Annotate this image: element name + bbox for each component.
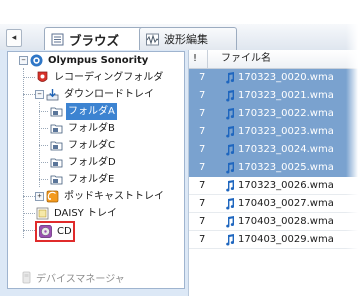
recording-folder-icon <box>36 71 49 84</box>
tab-waveform[interactable]: 波形編集 <box>139 27 237 50</box>
file-row[interactable]: 7 170323_0024.wma <box>189 141 361 159</box>
tree-item-label: フォルダB <box>68 123 115 134</box>
tree-item-olympus-sonority[interactable]: Olympus Sonority <box>30 52 150 69</box>
file-row[interactable]: 7 170323_0022.wma <box>189 105 361 123</box>
tree-item-label: フォルダC <box>68 140 115 151</box>
folder-tree: − Olympus Sonority レコーディングフォルダ − ダウンロードト… <box>7 51 185 289</box>
audio-file-icon <box>224 108 235 120</box>
download-tray-icon <box>46 88 59 101</box>
file-name: 170403_0029.wma <box>238 234 334 245</box>
daisy-tray-icon <box>36 207 49 220</box>
file-list-header: ! ファイル名 <box>189 50 361 69</box>
tab-waveform-label: 波形編集 <box>164 33 208 46</box>
tree-item-daisy-tray[interactable]: DAISY トレイ <box>36 205 119 222</box>
file-row-number: 7 <box>199 216 206 227</box>
root-collapse-toggle[interactable]: − <box>19 56 28 65</box>
file-row-number: 7 <box>199 180 206 191</box>
folder-icon <box>50 139 63 152</box>
file-row[interactable]: 7 170403_0028.wma <box>189 213 361 231</box>
file-row-number: 7 <box>199 234 206 245</box>
file-row[interactable]: 7 170323_0020.wma <box>189 69 361 87</box>
cd-icon <box>39 225 52 238</box>
folder-icon <box>50 122 63 135</box>
tree-item-folder-c[interactable]: フォルダC <box>50 137 117 154</box>
audio-file-icon <box>224 90 235 102</box>
folder-icon <box>50 105 63 118</box>
file-name: 170323_0025.wma <box>238 162 334 173</box>
folder-icon <box>50 156 63 169</box>
tree-item-folder-b[interactable]: フォルダB <box>50 120 117 137</box>
tree-item-label: レコーディングフォルダ <box>54 72 164 83</box>
browse-list-icon <box>51 33 64 46</box>
file-row-number: 7 <box>199 126 206 137</box>
column-header-priority[interactable]: ! <box>193 50 208 68</box>
device-manager-icon <box>20 271 33 284</box>
file-row-number: 7 <box>199 72 206 83</box>
navigation-pane: − Olympus Sonority レコーディングフォルダ − ダウンロードト… <box>0 50 189 296</box>
file-name: 170323_0021.wma <box>238 90 334 101</box>
tree-item-label: ポッドキャストトレイ <box>64 191 164 202</box>
tree-item-label: フォルダE <box>68 174 115 185</box>
file-row-number: 7 <box>199 144 206 155</box>
tree-item-folder-a[interactable]: フォルダA <box>50 103 117 120</box>
tree-item-label: フォルダA <box>66 103 117 120</box>
audio-file-icon <box>224 234 235 246</box>
file-row[interactable]: 7 170323_0023.wma <box>189 123 361 141</box>
file-list: ! ファイル名 7 170323_0020.wma 7 170323_0021.… <box>189 50 361 296</box>
file-row[interactable]: 7 170403_0027.wma <box>189 195 361 213</box>
file-name: 170323_0026.wma <box>238 180 334 191</box>
audio-file-icon <box>224 144 235 156</box>
tree-item-label: ダウンロードトレイ <box>64 89 154 100</box>
tree-item-cd[interactable]: CD <box>35 221 75 242</box>
tree-item-label: Olympus Sonority <box>48 55 149 66</box>
tree-item-podcast-tray[interactable]: ポッドキャストトレイ <box>46 188 166 205</box>
tree-item-folder-d[interactable]: フォルダD <box>50 154 118 171</box>
file-row-number: 7 <box>199 108 206 119</box>
file-row[interactable]: 7 170323_0021.wma <box>189 87 361 105</box>
toolbar: ◂ ブラウズ 波形編集 <box>0 24 361 51</box>
tab-browse-label: ブラウズ <box>69 32 120 48</box>
audio-file-icon <box>224 162 235 174</box>
audio-file-icon <box>224 180 235 192</box>
file-row-number: 7 <box>199 198 206 209</box>
tree-item-label: CD <box>57 226 72 237</box>
device-manager-label: デバイスマネージャ <box>36 274 125 285</box>
file-name: 170403_0028.wma <box>238 216 334 227</box>
file-name: 170403_0027.wma <box>238 198 334 209</box>
tree-item-label: DAISY トレイ <box>54 208 117 219</box>
podcast-tray-icon <box>46 190 59 203</box>
waveform-icon <box>146 33 159 46</box>
file-row-number: 7 <box>199 162 206 173</box>
audio-file-icon <box>224 198 235 210</box>
device-manager-item[interactable]: デバイスマネージャ <box>20 270 125 285</box>
file-name: 170323_0024.wma <box>238 144 334 155</box>
file-name: 170323_0022.wma <box>238 108 334 119</box>
download-tray-collapse-toggle[interactable]: − <box>35 90 44 99</box>
audio-file-icon <box>224 216 235 228</box>
column-header-filename[interactable]: ファイル名 <box>221 50 271 68</box>
file-row[interactable]: 7 170323_0025.wma <box>189 159 361 177</box>
podcast-tray-expand-toggle[interactable]: + <box>35 192 44 201</box>
file-row[interactable]: 7 170403_0029.wma <box>189 231 361 249</box>
file-row[interactable]: 7 170323_0026.wma <box>189 177 361 195</box>
file-name: 170323_0023.wma <box>238 126 334 137</box>
sonority-logo-icon <box>30 54 43 67</box>
tab-browse[interactable]: ブラウズ <box>44 27 150 50</box>
tree-item-folder-e[interactable]: フォルダE <box>50 171 116 188</box>
fade-overlay-bottom <box>189 280 361 304</box>
tree-item-recording-folder[interactable]: レコーディングフォルダ <box>36 69 165 86</box>
app-window: ◂ ブラウズ 波形編集 − Olympus Sonority レコーディングフォ… <box>0 0 361 304</box>
file-row-number: 7 <box>199 90 206 101</box>
tree-item-download-tray[interactable]: ダウンロードトレイ <box>46 86 156 103</box>
folder-icon <box>50 173 63 186</box>
tree-item-label: フォルダD <box>68 157 116 168</box>
audio-file-icon <box>224 72 235 84</box>
audio-file-icon <box>224 126 235 138</box>
fade-overlay-right <box>346 0 361 304</box>
back-arrow-button[interactable]: ◂ <box>6 29 22 47</box>
file-name: 170323_0020.wma <box>238 72 334 83</box>
